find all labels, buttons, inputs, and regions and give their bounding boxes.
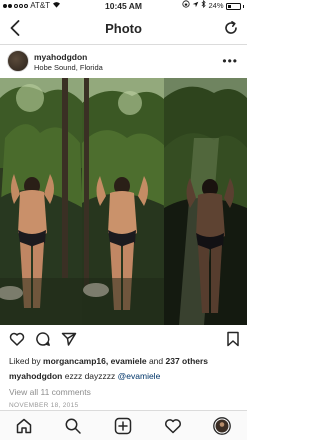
heart-icon[interactable] [164, 417, 182, 435]
refresh-icon[interactable] [223, 20, 239, 36]
location-arrow-icon [192, 0, 199, 12]
battery-icon [225, 2, 241, 10]
view-comments-link[interactable]: View all 11 comments [9, 387, 91, 397]
home-icon[interactable] [15, 417, 33, 435]
battery-percent: 24% [208, 1, 224, 10]
heart-icon[interactable] [9, 331, 25, 347]
lock-rotation-icon [182, 0, 191, 12]
caption-mention[interactable]: @evamiele [118, 371, 161, 381]
comment-icon[interactable] [35, 331, 51, 347]
photo-panel-3 [164, 78, 247, 325]
photo-panel-2 [82, 78, 165, 325]
liker-link[interactable]: evamiele [111, 356, 147, 366]
add-icon[interactable] [114, 417, 132, 435]
bluetooth-icon [201, 0, 207, 12]
avatar[interactable] [7, 50, 29, 72]
post-location[interactable]: Hobe Sound, Florida [34, 63, 103, 72]
photo-panel-1 [0, 78, 83, 325]
status-bar: AT&T 10:45 AM 24% [0, 0, 247, 12]
more-icon[interactable]: ••• [222, 54, 238, 68]
liker-link[interactable]: morgancamp16 [43, 356, 106, 366]
tab-bar [0, 410, 247, 440]
post-actions [0, 328, 247, 350]
status-right: 24% [182, 0, 244, 12]
likes-line: Liked by morgancamp16, evamiele and 237 … [9, 356, 209, 366]
post-date: NOVEMBER 18, 2015 [9, 402, 79, 409]
caption-text: ezzz dayzzzz [64, 371, 116, 381]
profile-icon[interactable] [213, 417, 231, 435]
caption: myahodgdon ezzz dayzzzz @evamiele [9, 371, 160, 381]
page-title: Photo [105, 21, 142, 36]
post-header: myahodgdon Hobe Sound, Florida ••• [0, 45, 247, 78]
send-icon[interactable] [61, 331, 77, 347]
likes-prefix: Liked by [9, 356, 41, 366]
caption-username[interactable]: myahodgdon [9, 371, 62, 381]
search-icon[interactable] [64, 417, 82, 435]
likes-others[interactable]: 237 others [166, 356, 209, 366]
bookmark-icon[interactable] [226, 331, 242, 347]
nav-bar: Photo [0, 12, 247, 45]
post-photo[interactable] [0, 78, 247, 325]
post-username[interactable]: myahodgdon [34, 52, 87, 62]
likes-and: and [148, 356, 164, 366]
